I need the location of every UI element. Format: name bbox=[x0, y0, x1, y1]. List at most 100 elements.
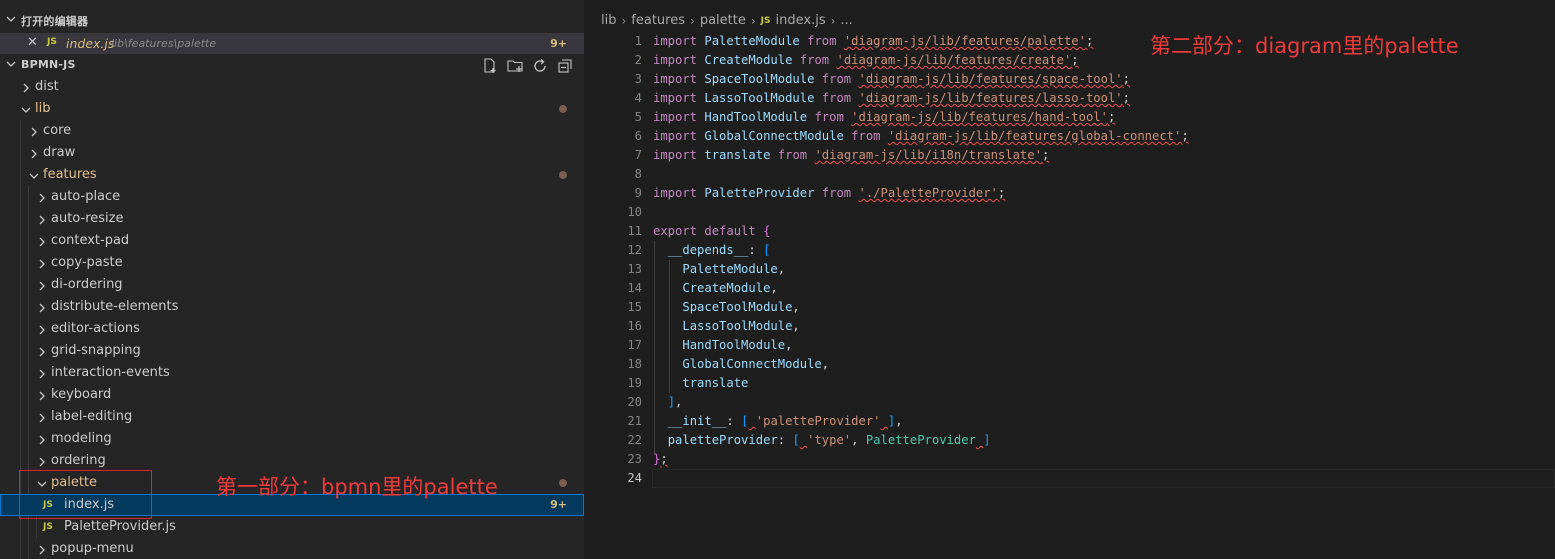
open-editor-item[interactable]: ✕ JS index.js lib\features\palette 9+ bbox=[0, 33, 584, 54]
line-number: 11 bbox=[627, 224, 642, 238]
explorer-toolbar bbox=[481, 57, 574, 75]
tree-item-label: lib bbox=[35, 101, 51, 116]
tree-item-label: features bbox=[43, 167, 97, 182]
chevron-right-icon bbox=[29, 126, 39, 141]
code-line[interactable]: __init__: [ 'paletteProvider' ], bbox=[653, 414, 903, 428]
code-line[interactable]: export default { bbox=[653, 224, 770, 238]
open-editor-filename: index.js bbox=[66, 36, 115, 51]
chevron-right-icon bbox=[21, 82, 31, 97]
chevron-down-icon bbox=[6, 14, 16, 24]
code-line[interactable]: import CreateModule from 'diagram-js/lib… bbox=[653, 53, 1079, 67]
code-line[interactable]: translate bbox=[653, 376, 748, 390]
tree-folder-ordering[interactable]: ordering bbox=[0, 450, 584, 472]
line-number: 7 bbox=[634, 148, 642, 162]
code-line[interactable]: import HandToolModule from 'diagram-js/l… bbox=[653, 110, 1115, 124]
tree-folder-interaction-events[interactable]: interaction-events bbox=[0, 362, 584, 384]
collapse-all-icon[interactable] bbox=[556, 57, 574, 75]
chevron-right-icon bbox=[37, 544, 47, 559]
close-icon[interactable]: ✕ bbox=[27, 35, 38, 50]
code-line[interactable]: ], bbox=[653, 395, 683, 409]
line-number: 6 bbox=[634, 129, 642, 143]
tree-folder-auto-place[interactable]: auto-place bbox=[0, 186, 584, 208]
tree-folder-dist[interactable]: dist bbox=[0, 76, 584, 98]
tree-folder-core[interactable]: core bbox=[0, 120, 584, 142]
tree-folder-grid-snapping[interactable]: grid-snapping bbox=[0, 340, 584, 362]
chevron-right-icon bbox=[37, 346, 47, 361]
modified-dot-icon bbox=[559, 171, 567, 179]
tree-item-label: popup-menu bbox=[51, 541, 134, 556]
line-number: 23 bbox=[627, 452, 642, 466]
code-line[interactable]: SpaceToolModule, bbox=[653, 300, 799, 314]
breadcrumb-more[interactable]: ... bbox=[840, 13, 852, 28]
code-line[interactable]: GlobalConnectModule, bbox=[653, 357, 829, 371]
code-line[interactable]: __depends__: [ bbox=[653, 243, 771, 257]
breadcrumb-file[interactable]: index.js bbox=[776, 13, 826, 28]
tree-item-label: distribute-elements bbox=[51, 299, 179, 314]
line-number: 21 bbox=[627, 414, 642, 428]
breadcrumb-lib[interactable]: lib bbox=[601, 13, 616, 28]
line-number: 24 bbox=[627, 471, 642, 485]
chevron-right-icon bbox=[37, 434, 47, 449]
code-line[interactable]: import GlobalConnectModule from 'diagram… bbox=[653, 129, 1189, 143]
tree-item-label: dist bbox=[35, 79, 59, 94]
code-line[interactable]: import SpaceToolModule from 'diagram-js/… bbox=[653, 72, 1130, 86]
breadcrumb-palette[interactable]: palette bbox=[700, 13, 746, 28]
tree-file-paletteprovider-js[interactable]: JS PaletteProvider.js bbox=[0, 516, 584, 538]
open-editors-header[interactable]: 打开的编辑器 bbox=[0, 9, 584, 31]
new-folder-icon[interactable] bbox=[506, 57, 524, 75]
js-file-icon: JS bbox=[47, 37, 57, 47]
line-number: 10 bbox=[627, 205, 642, 219]
line-number: 12 bbox=[627, 243, 642, 257]
tree-folder-auto-resize[interactable]: auto-resize bbox=[0, 208, 584, 230]
tree-folder-keyboard[interactable]: keyboard bbox=[0, 384, 584, 406]
line-number: 9 bbox=[634, 186, 642, 200]
code-line[interactable]: import PaletteModule from 'diagram-js/li… bbox=[653, 34, 1093, 48]
tree-item-label: modeling bbox=[51, 431, 112, 446]
code-line[interactable]: CreateModule, bbox=[653, 281, 777, 295]
code-line[interactable]: LassoToolModule, bbox=[653, 319, 799, 333]
open-editors-title: 打开的编辑器 bbox=[21, 15, 89, 28]
code-line[interactable]: import translate from 'diagram-js/lib/i1… bbox=[653, 148, 1049, 162]
code-line[interactable]: paletteProvider: [ 'type', PaletteProvid… bbox=[653, 433, 991, 447]
tree-folder-popup-menu[interactable]: popup-menu bbox=[0, 538, 584, 559]
tree-folder-di-ordering[interactable]: di-ordering bbox=[0, 274, 584, 296]
code-line[interactable]: HandToolModule, bbox=[653, 338, 792, 352]
tree-folder-copy-paste[interactable]: copy-paste bbox=[0, 252, 584, 274]
tree-item-label: PaletteProvider.js bbox=[64, 519, 176, 534]
tree-item-label: di-ordering bbox=[51, 277, 123, 292]
breadcrumb-features[interactable]: features bbox=[631, 13, 685, 28]
tree-folder-label-editing[interactable]: label-editing bbox=[0, 406, 584, 428]
chevron-right-icon bbox=[37, 236, 47, 251]
chevron-right-icon: › bbox=[750, 13, 756, 28]
modified-dot-icon bbox=[559, 479, 567, 487]
line-number: 4 bbox=[634, 91, 642, 105]
tree-folder-modeling[interactable]: modeling bbox=[0, 428, 584, 450]
problems-badge: 9+ bbox=[550, 498, 567, 511]
line-number: 2 bbox=[634, 53, 642, 67]
chevron-down-icon bbox=[29, 170, 39, 185]
line-number: 18 bbox=[627, 357, 642, 371]
chevron-right-icon bbox=[37, 390, 47, 405]
line-number: 17 bbox=[627, 338, 642, 352]
tree-folder-distribute-elements[interactable]: distribute-elements bbox=[0, 296, 584, 318]
line-number: 13 bbox=[627, 262, 642, 276]
refresh-icon[interactable] bbox=[531, 57, 549, 75]
code-line[interactable]: }; bbox=[653, 452, 668, 466]
tree-folder-editor-actions[interactable]: editor-actions bbox=[0, 318, 584, 340]
code-line[interactable]: import LassoToolModule from 'diagram-js/… bbox=[653, 91, 1130, 105]
chevron-right-icon: › bbox=[830, 13, 836, 28]
chevron-right-icon: › bbox=[621, 13, 627, 28]
code-editor[interactable]: lib › features › palette › JS index.js ›… bbox=[586, 0, 1555, 559]
code-line[interactable]: PaletteModule, bbox=[653, 262, 785, 276]
tree-item-label: interaction-events bbox=[51, 365, 170, 380]
chevron-right-icon bbox=[37, 302, 47, 317]
tree-folder-context-pad[interactable]: context-pad bbox=[0, 230, 584, 252]
tree-folder-features[interactable]: features bbox=[0, 164, 584, 186]
tree-folder-lib[interactable]: lib bbox=[0, 98, 584, 120]
tree-folder-draw[interactable]: draw bbox=[0, 142, 584, 164]
line-number: 8 bbox=[634, 167, 642, 181]
new-file-icon[interactable] bbox=[481, 57, 499, 75]
code-line[interactable]: import PaletteProvider from './PalettePr… bbox=[653, 186, 1005, 200]
line-number: 22 bbox=[627, 433, 642, 447]
chevron-down-icon bbox=[6, 59, 16, 69]
